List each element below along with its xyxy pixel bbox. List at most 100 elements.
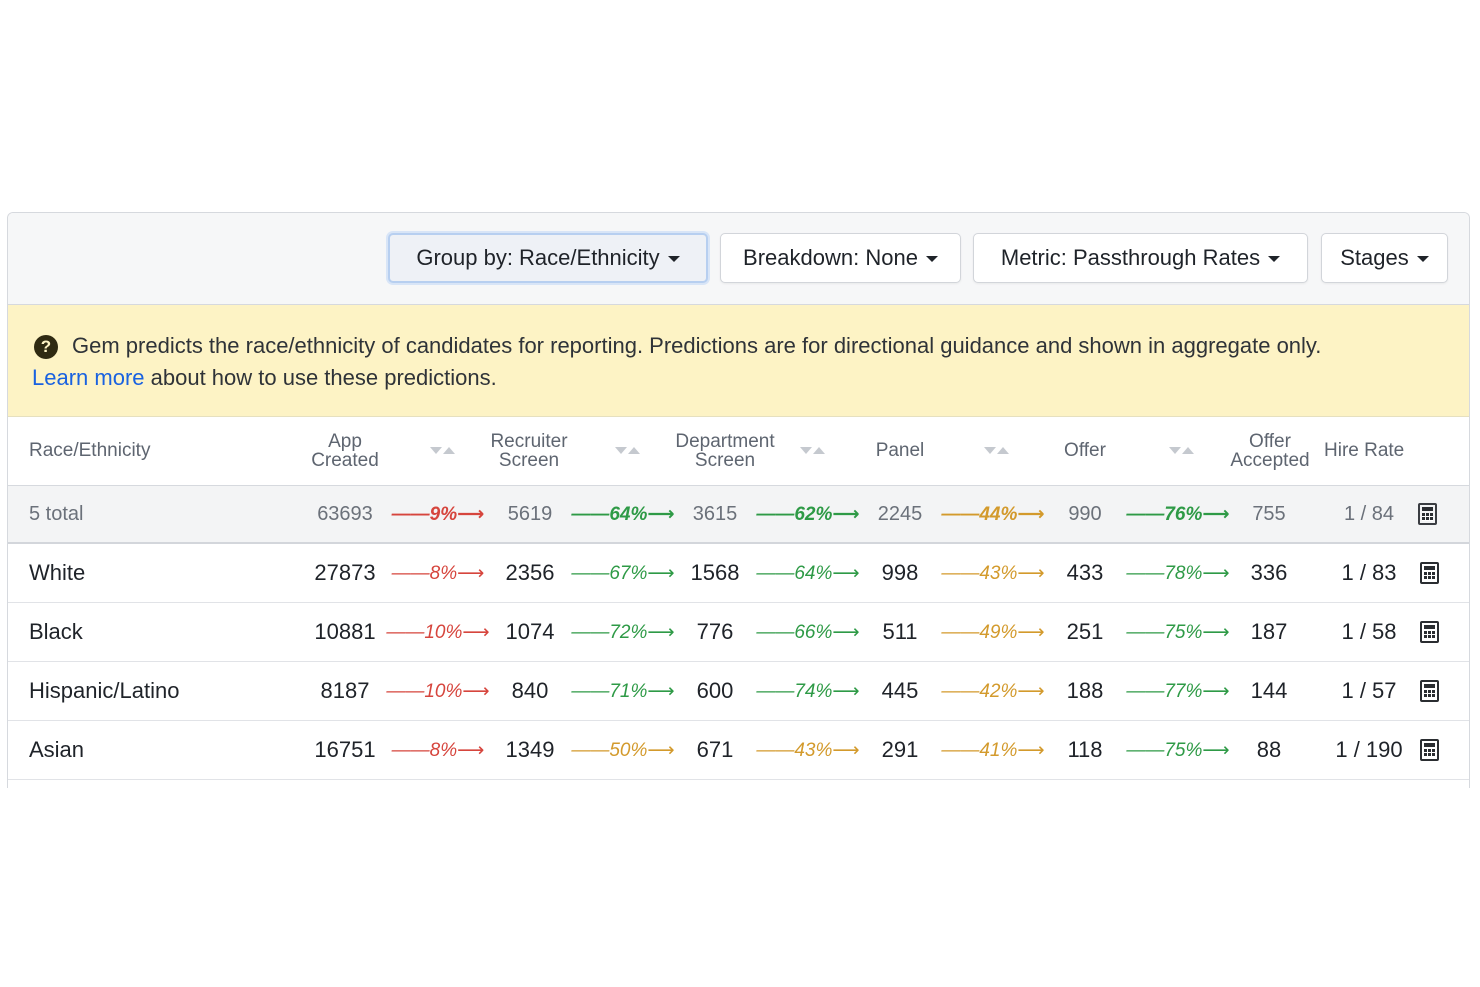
table-body: White 27873 2356 1568 998 433 336 ——8%⟶ ——67%⟶ ——… — [8, 544, 1469, 780]
cell-hire-rate: 1 / 58 — [1341, 619, 1397, 644]
passthrough-rate-arrow: ——43%⟶ — [941, 562, 1045, 584]
passthrough-rate-arrow: ——74%⟶ — [756, 680, 860, 702]
table-header: Race/Ethnicity App Created Recruiter Scree… — [8, 417, 1469, 486]
sort-icon[interactable] — [984, 445, 1010, 457]
passthrough-rate-arrow: ——10%⟶ — [386, 621, 490, 643]
banner-line-2: Learn more about how to use these predic… — [32, 365, 497, 391]
breakdown-dropdown[interactable]: Breakdown: None — [720, 233, 961, 283]
cell-hire-rate: 1 / 83 — [1341, 560, 1397, 585]
cell-department-screen: 671 — [696, 737, 734, 762]
passthrough-rate-arrow: ——49%⟶ — [941, 621, 1045, 643]
header-app-created-line1: App — [328, 431, 362, 452]
passthrough-rate-arrow: ——43%⟶ — [756, 739, 860, 761]
sort-icon[interactable] — [800, 445, 826, 457]
passthrough-rate-arrow: ——41%⟶ — [941, 739, 1045, 761]
header-recruiter-screen[interactable]: Recruiter Screen — [478, 432, 580, 470]
header-department-screen[interactable]: Department Screen — [663, 432, 787, 470]
cell-offer: 188 — [1066, 678, 1104, 703]
header-offer-accepted[interactable]: Offer Accepted — [1222, 432, 1318, 470]
header-department-screen-line2: Screen — [694, 450, 756, 471]
cell-panel: 2245 — [877, 502, 923, 525]
passthrough-rate-arrow: ——77%⟶ — [1126, 680, 1230, 702]
prediction-notice-banner: ? Gem predicts the race/ethnicity of can… — [8, 305, 1469, 417]
passthrough-rate-arrow: ——66%⟶ — [756, 621, 860, 643]
question-circle-icon: ? — [34, 335, 58, 359]
banner-text: Gem predicts the race/ethnicity of candi… — [72, 333, 1322, 358]
cell-panel: 511 — [882, 619, 918, 644]
calculator-icon[interactable] — [1420, 680, 1439, 702]
calculator-icon[interactable] — [1418, 503, 1437, 525]
header-panel[interactable]: Panel — [855, 441, 945, 460]
cell-department-screen: 600 — [696, 678, 734, 703]
cell-offer-accepted: 336 — [1250, 560, 1288, 585]
passthrough-rate-arrow: ——78%⟶ — [1126, 562, 1230, 584]
cell-offer: 251 — [1066, 619, 1104, 644]
passthrough-rate-arrow: ——8%⟶ — [391, 739, 485, 761]
passthrough-rate-arrow: ——75%⟶ — [1126, 621, 1230, 643]
metric-dropdown[interactable]: Metric: Passthrough Rates — [973, 233, 1308, 283]
chevron-down-icon — [1268, 256, 1281, 262]
row-label: Asian — [29, 737, 85, 762]
funnel-report-panel: Group by: Race/Ethnicity Breakdown: None… — [7, 212, 1470, 788]
chevron-down-icon — [667, 256, 680, 262]
cell-recruiter-screen: 2356 — [505, 560, 555, 585]
cell-panel: 291 — [881, 737, 919, 762]
breakdown-label: Breakdown: None — [743, 245, 918, 270]
chevron-down-icon — [925, 256, 938, 262]
passthrough-rate-arrow: ——10%⟶ — [386, 680, 490, 702]
cell-offer: 990 — [1068, 502, 1102, 525]
cell-offer-accepted: 88 — [1256, 737, 1282, 762]
cell-panel: 998 — [881, 560, 919, 585]
metric-label: Metric: Passthrough Rates — [1000, 245, 1261, 270]
cell-app-created: 27873 — [314, 560, 376, 585]
cell-offer-accepted: 144 — [1250, 678, 1288, 703]
passthrough-rate-arrow: ——71%⟶ — [571, 680, 675, 702]
sort-icon[interactable] — [615, 445, 641, 457]
header-offer-accepted-line1: Offer — [1249, 431, 1291, 452]
learn-more-link[interactable]: Learn more — [32, 365, 145, 390]
row-label: 5 total — [29, 502, 84, 525]
stages-label: Stages — [1340, 245, 1409, 270]
calculator-icon[interactable] — [1420, 739, 1439, 761]
row-label: Hispanic/Latino — [29, 678, 180, 703]
header-offer[interactable]: Offer — [1040, 441, 1130, 460]
group-by-dropdown[interactable]: Group by: Race/Ethnicity — [388, 233, 708, 283]
table-row[interactable]: Hispanic/Latino 8187 840 600 445 188 144 ——10%⟶… — [8, 662, 1469, 721]
sort-icon[interactable] — [1169, 445, 1195, 457]
table-row[interactable]: Black 10881 1074 776 511 251 187 ——10%⟶ ——72%⟶ ——… — [8, 603, 1469, 662]
passthrough-rate-arrow: ——75%⟶ — [1126, 739, 1230, 761]
header-recruiter-screen-line1: Recruiter — [490, 431, 568, 452]
header-race-ethnicity[interactable]: Race/Ethnicity — [29, 441, 150, 460]
cell-hire-rate: 1 / 190 — [1335, 737, 1403, 762]
passthrough-rate-arrow: ——62%⟶ — [756, 503, 860, 525]
cell-offer: 433 — [1066, 560, 1104, 585]
table-row[interactable]: Asian 16751 1349 671 291 118 88 ——8%⟶ ——50%⟶ ——43… — [8, 721, 1469, 780]
header-app-created-line2: Created — [311, 450, 379, 471]
cell-offer-accepted: 755 — [1252, 502, 1286, 525]
chevron-down-icon — [1416, 256, 1429, 262]
passthrough-rate-arrow: ——64%⟶ — [571, 503, 675, 525]
calculator-icon[interactable] — [1420, 621, 1439, 643]
passthrough-rate-arrow: ——72%⟶ — [571, 621, 675, 643]
header-hire-rate[interactable]: Hire Rate — [1324, 441, 1404, 460]
report-toolbar: Group by: Race/Ethnicity Breakdown: None… — [8, 213, 1469, 305]
cell-hire-rate: 1 / 84 — [1343, 502, 1395, 525]
cell-app-created: 16751 — [314, 737, 376, 762]
header-app-created[interactable]: App Created — [300, 432, 390, 470]
cell-hire-rate: 1 / 57 — [1341, 678, 1397, 703]
sort-icon[interactable] — [430, 445, 456, 457]
passthrough-rate-arrow: ——44%⟶ — [941, 503, 1045, 525]
cell-app-created: 63693 — [317, 502, 373, 525]
cell-app-created: 10881 — [314, 619, 376, 644]
header-recruiter-screen-line2: Screen — [498, 450, 560, 471]
table-row[interactable]: White 27873 2356 1568 998 433 336 ——8%⟶ ——67%⟶ ——… — [8, 544, 1469, 603]
passthrough-rate-arrow: ——76%⟶ — [1126, 503, 1230, 525]
cell-app-created: 8187 — [320, 678, 370, 703]
passthrough-rate-arrow: ——8%⟶ — [391, 562, 485, 584]
row-label: White — [29, 560, 86, 585]
stages-dropdown[interactable]: Stages — [1321, 233, 1448, 283]
passthrough-rate-arrow: ——67%⟶ — [571, 562, 675, 584]
cell-offer: 118 — [1067, 737, 1103, 762]
passthrough-rate-arrow: ——64%⟶ — [756, 562, 860, 584]
calculator-icon[interactable] — [1420, 562, 1439, 584]
